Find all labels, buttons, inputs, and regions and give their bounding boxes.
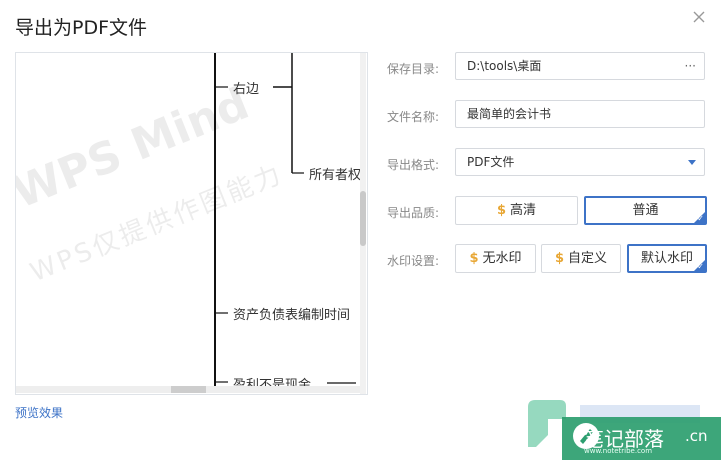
quality-hd-label: 高清 bbox=[510, 203, 537, 218]
quality-hd-button[interactable]: $ 高清 bbox=[455, 196, 578, 225]
mindmap-node: 资产负债表编制时间 bbox=[233, 308, 351, 323]
export-format-label: 导出格式: bbox=[387, 158, 440, 172]
preview-pane: WPS Mind WPS仅提供作图能力 右边 所有者权 资产负债表编制时间 盈利… bbox=[15, 52, 368, 395]
watermark-label: 水印设置: bbox=[387, 254, 440, 268]
quality-normal-label: 普通 bbox=[632, 203, 659, 218]
save-dir-field[interactable]: D:\tools\桌面 ··· bbox=[455, 52, 705, 80]
site-watermark-suffix: .cn bbox=[685, 427, 708, 445]
quality-normal-button[interactable]: 普通 ✓ bbox=[584, 196, 707, 225]
mindmap-node: 所有者权 bbox=[309, 168, 362, 183]
site-watermark-url: www.notetribe.com bbox=[584, 447, 653, 455]
watermark-custom-label: 自定义 bbox=[568, 251, 608, 266]
coin-icon: $ bbox=[469, 251, 479, 266]
horizontal-scrollbar[interactable] bbox=[16, 386, 360, 393]
file-name-label: 文件名称: bbox=[387, 110, 440, 124]
watermark-default-label: 默认水印 bbox=[640, 251, 693, 266]
watermark-default-button[interactable]: 默认水印 ✓ bbox=[627, 244, 707, 273]
browse-icon[interactable]: ··· bbox=[685, 53, 696, 79]
dialog-title: 导出为PDF文件 bbox=[15, 17, 148, 39]
file-name-value: 最简单的会计书 bbox=[467, 107, 552, 121]
check-icon: ✓ bbox=[697, 262, 704, 271]
file-name-input[interactable]: 最简单的会计书 bbox=[455, 100, 705, 128]
preview-label: 预览效果 bbox=[15, 406, 64, 420]
site-watermark-logo: 笔记部落 .cn www.notetribe.com bbox=[520, 395, 721, 460]
watermark-none-button[interactable]: $ 无水印 bbox=[455, 244, 536, 273]
export-format-value: PDF文件 bbox=[467, 155, 515, 169]
check-icon: ✓ bbox=[697, 214, 704, 223]
save-dir-label: 保存目录: bbox=[387, 62, 440, 76]
coin-icon: $ bbox=[496, 203, 507, 218]
watermark-custom-button[interactable]: $ 自定义 bbox=[541, 244, 621, 273]
mindmap-node: 右边 bbox=[233, 82, 260, 97]
coin-icon: $ bbox=[554, 251, 565, 266]
watermark-none-label: 无水印 bbox=[482, 251, 522, 266]
vertical-scrollbar[interactable] bbox=[360, 53, 366, 394]
chevron-down-icon bbox=[688, 160, 696, 165]
save-dir-value: D:\tools\桌面 bbox=[467, 59, 542, 73]
close-icon[interactable] bbox=[690, 8, 708, 26]
export-format-select[interactable]: PDF文件 bbox=[455, 148, 705, 176]
export-quality-label: 导出品质: bbox=[387, 206, 440, 220]
